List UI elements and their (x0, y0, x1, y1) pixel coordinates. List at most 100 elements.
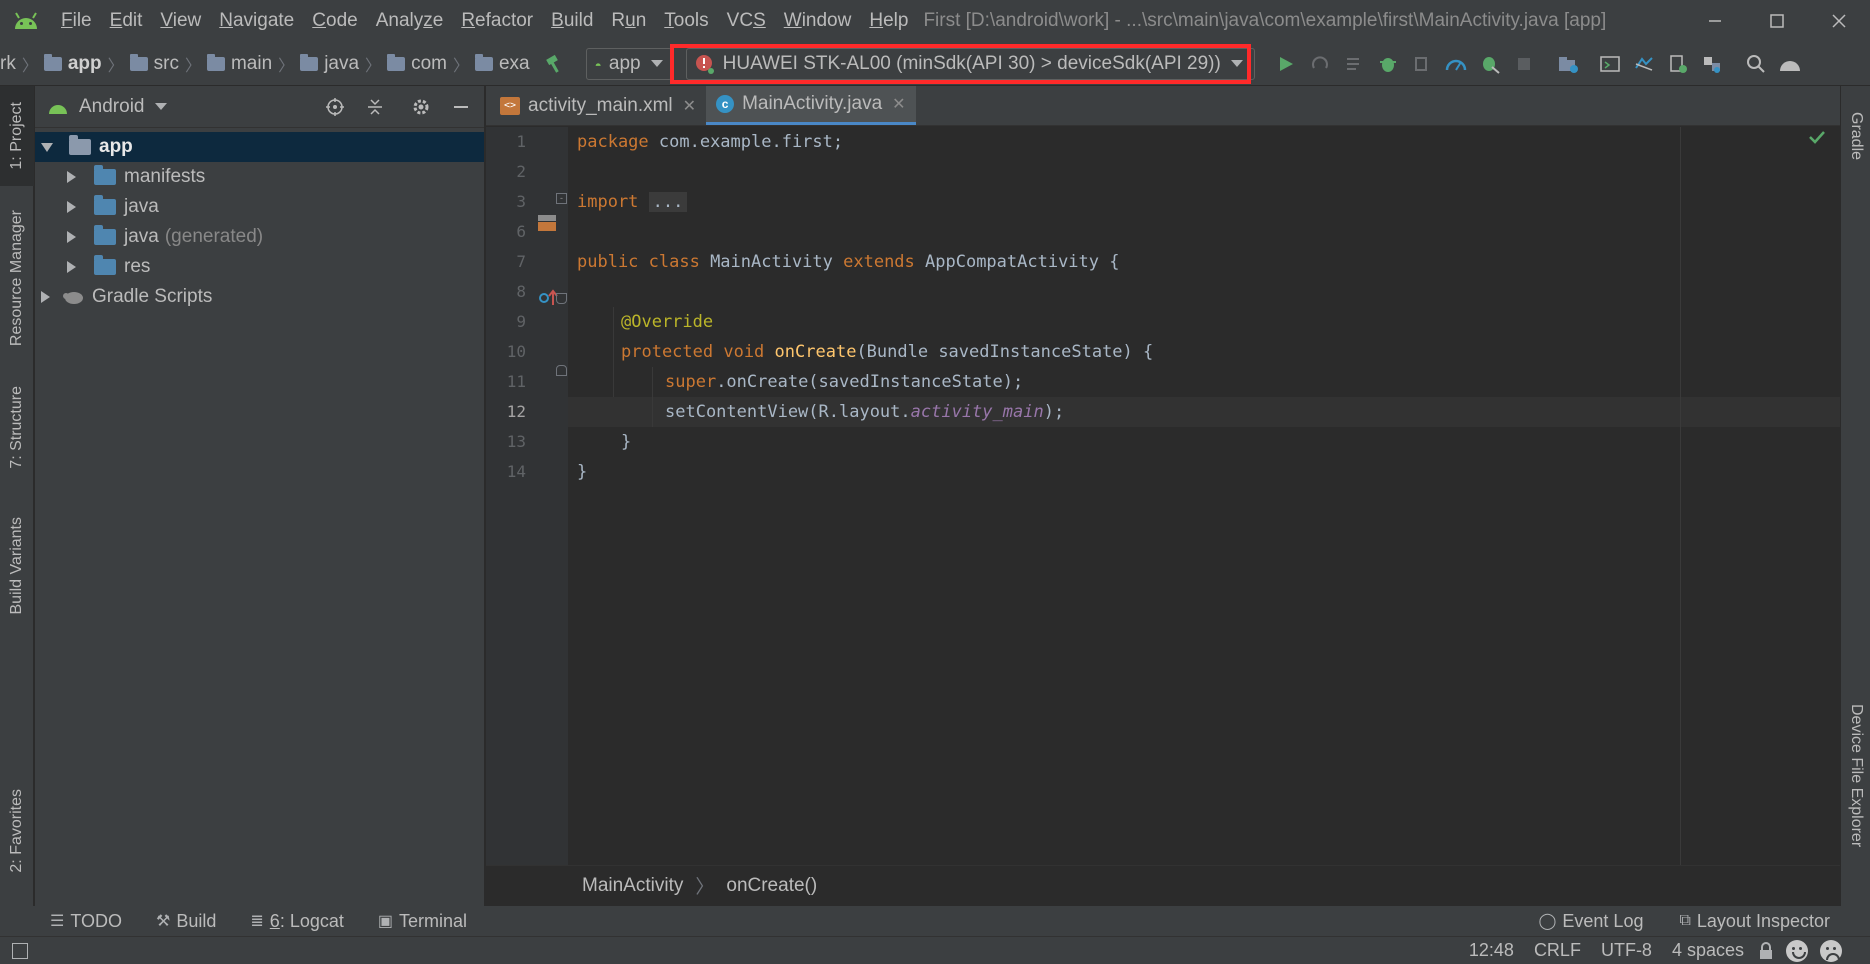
profile-icon[interactable] (1439, 47, 1473, 81)
apply-changes-restart-icon[interactable] (1303, 47, 1337, 81)
tree-item-java-generated[interactable]: java (generated) (35, 222, 484, 252)
expand-arrow-icon[interactable] (67, 261, 76, 273)
menu-help[interactable]: Help (860, 0, 917, 42)
menu-vcs[interactable]: VCS (718, 0, 775, 42)
menu-analyze[interactable]: Analyze (367, 0, 453, 42)
code-line-14: } (577, 462, 588, 482)
breadcrumb-item-com[interactable]: com (411, 53, 447, 75)
code-editor[interactable]: package com.example.first; import ... pu… (568, 127, 1840, 865)
breadcrumb-item-main[interactable]: main (231, 53, 272, 75)
breadcrumb-item-src[interactable]: src (154, 53, 179, 75)
tab-build-variants[interactable]: Build Variants (0, 506, 34, 626)
layout-inspector-tool-button[interactable]: ⧉ Layout Inspector (1679, 911, 1830, 932)
breadcrumb-item-work[interactable]: rk (0, 53, 16, 75)
stop-icon[interactable] (1507, 47, 1541, 81)
run-config-selector[interactable]: app (585, 47, 672, 80)
line-number: 10 (506, 342, 526, 361)
tab-gradle[interactable]: Gradle (1841, 86, 1870, 186)
tree-item-gradle-scripts[interactable]: Gradle Scripts (35, 282, 484, 312)
minimize-icon[interactable] (1684, 0, 1746, 42)
menu-edit[interactable]: Edit (101, 0, 152, 42)
menu-navigate[interactable]: Navigate (210, 0, 303, 42)
menu-window[interactable]: Window (775, 0, 861, 42)
close-tab-icon[interactable]: ✕ (892, 94, 905, 114)
tree-item-java[interactable]: java (35, 192, 484, 222)
tab-activity-main-xml[interactable]: <> activity_main.xml ✕ (486, 86, 706, 125)
close-tab-icon[interactable]: ✕ (683, 96, 696, 116)
menu-build[interactable]: Build (542, 0, 602, 42)
breadcrumb: rk 〉 app 〉 src 〉 main 〉 java 〉 com 〉 exa (0, 52, 530, 75)
collapse-all-icon[interactable] (358, 90, 392, 124)
line-separator[interactable]: CRLF (1534, 940, 1581, 961)
run-icon[interactable] (1269, 47, 1303, 81)
maximize-icon[interactable] (1746, 0, 1808, 42)
menu-view[interactable]: View (151, 0, 210, 42)
apply-code-changes-icon[interactable] (1337, 47, 1371, 81)
fold-marker-icon[interactable] (556, 365, 567, 376)
happy-feedback-icon[interactable] (1786, 939, 1808, 962)
run-with-coverage-icon[interactable] (1405, 47, 1439, 81)
android-assistant-icon[interactable] (1773, 47, 1807, 81)
tab-project[interactable]: 1: Project (0, 86, 34, 186)
terminal-tool-button[interactable]: ▣ Terminal (378, 911, 467, 932)
tab-favorites[interactable]: 2: Favorites (0, 776, 34, 886)
folded-imports[interactable]: ... (648, 192, 688, 212)
expand-arrow-icon[interactable] (67, 231, 76, 243)
sdk-manager-icon[interactable] (1627, 47, 1661, 81)
expand-arrow-icon[interactable] (67, 171, 76, 183)
logcat-label: : Logcat (279, 910, 344, 931)
search-everywhere-icon[interactable] (1739, 47, 1773, 81)
project-structure-icon[interactable] (1695, 47, 1729, 81)
generated-folder-icon (94, 225, 116, 245)
toggle-tool-windows-icon[interactable] (12, 942, 28, 959)
fold-marker-icon[interactable] (556, 293, 567, 304)
device-manager-icon[interactable] (1661, 47, 1695, 81)
sad-feedback-icon[interactable] (1820, 939, 1842, 962)
event-log-tool-button[interactable]: ◯ Event Log (1539, 911, 1644, 932)
indent-setting[interactable]: 4 spaces (1672, 940, 1744, 961)
menu-tools[interactable]: Tools (655, 0, 717, 42)
expand-arrow-icon[interactable] (41, 291, 50, 303)
breadcrumb-method[interactable]: onCreate() (726, 875, 817, 897)
close-window-icon[interactable] (1808, 0, 1870, 42)
file-encoding[interactable]: UTF-8 (1601, 940, 1652, 961)
tab-main-activity-java[interactable]: c MainActivity.java ✕ (706, 86, 916, 125)
breadcrumb-item-example[interactable]: exa (499, 53, 530, 75)
expand-arrow-icon[interactable] (67, 201, 76, 213)
menu-refactor[interactable]: Refactor (452, 0, 542, 42)
no-problems-check-icon[interactable] (1808, 129, 1826, 151)
lock-icon[interactable] (1758, 941, 1774, 960)
caret-position[interactable]: 12:48 (1469, 940, 1514, 961)
attach-debugger-icon[interactable] (1473, 47, 1507, 81)
activity-layout-gutter-icon[interactable] (536, 213, 558, 239)
menu-file[interactable]: File (52, 0, 101, 42)
todo-tool-button[interactable]: ☰ TODO (50, 911, 122, 932)
build-tool-button[interactable]: ⚒ Build (156, 911, 216, 932)
hide-panel-icon[interactable] (444, 90, 478, 124)
chevron-down-icon (650, 60, 663, 67)
breadcrumb-item-app[interactable]: app (68, 53, 102, 75)
tree-item-manifests[interactable]: manifests (35, 162, 484, 192)
menu-code[interactable]: Code (303, 0, 366, 42)
tab-device-file-explorer[interactable]: Device File Explorer (1841, 686, 1870, 866)
fold-marker-icon[interactable]: - (556, 193, 567, 204)
menu-run[interactable]: Run (602, 0, 655, 42)
tab-structure[interactable]: 7: Structure (0, 372, 34, 482)
tree-item-res[interactable]: res (35, 252, 484, 282)
breadcrumb-class[interactable]: MainActivity (582, 875, 683, 897)
logcat-tool-button[interactable]: ≣ 6: Logcat (250, 911, 343, 932)
breadcrumb-item-java[interactable]: java (324, 53, 359, 75)
avd-manager-icon[interactable] (1593, 47, 1627, 81)
speech-bubble-icon: ◯ (1538, 913, 1557, 930)
gear-icon[interactable] (404, 90, 438, 124)
project-view-selector[interactable]: Android (79, 96, 145, 118)
select-opened-file-icon[interactable] (318, 90, 352, 124)
make-project-hammer-icon[interactable] (538, 47, 572, 81)
debug-icon[interactable] (1371, 47, 1405, 81)
tree-item-app[interactable]: app (35, 132, 484, 162)
tab-resource-manager[interactable]: Resource Manager (0, 198, 34, 358)
chevron-down-icon[interactable] (154, 103, 167, 110)
editor-tabs: <> activity_main.xml ✕ c MainActivity.ja… (486, 86, 1840, 126)
expand-arrow-icon[interactable] (41, 142, 53, 152)
sync-project-icon[interactable] (1551, 47, 1585, 81)
